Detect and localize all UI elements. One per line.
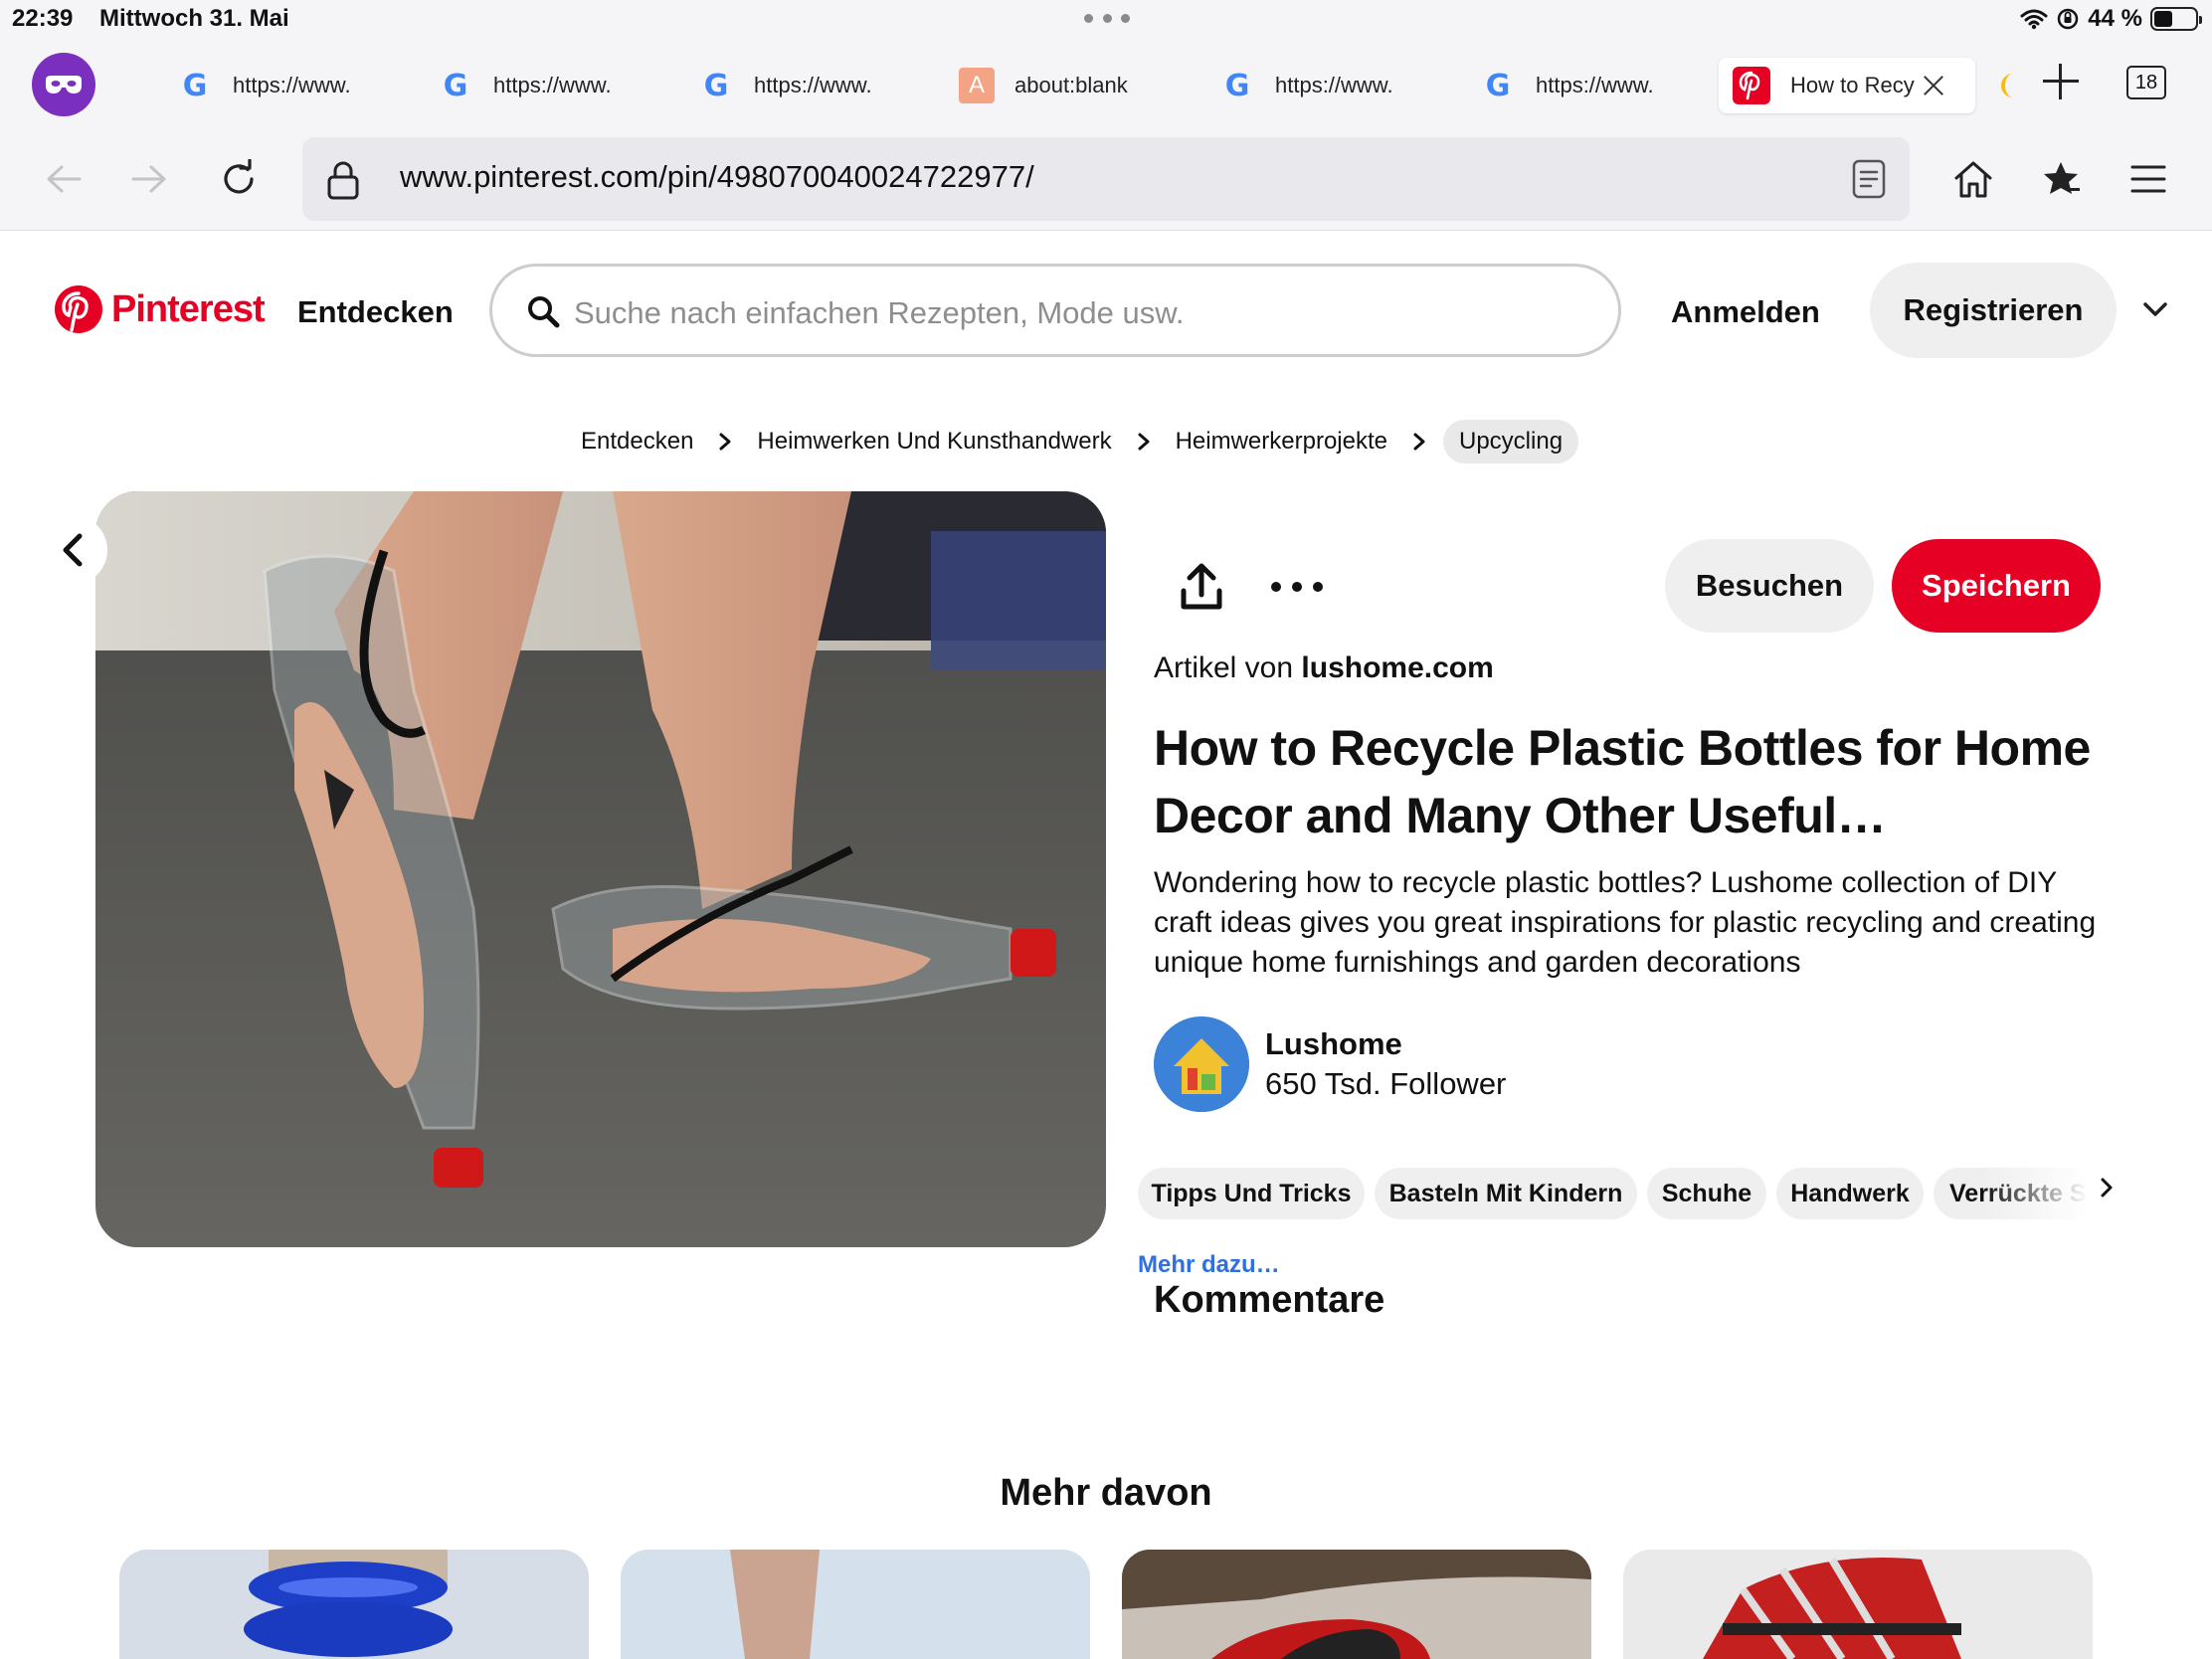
tag-chip[interactable]: Tipps Und Tricks [1138, 1168, 1365, 1219]
browser-tab[interactable]: G https://www. [1480, 58, 1654, 113]
google-icon: G [182, 68, 208, 103]
creator-followers: 650 Tsd. Follower [1265, 1066, 1507, 1101]
chevron-right-icon[interactable] [2099, 1176, 2115, 1199]
related-pin-thumbnail[interactable] [1623, 1550, 2093, 1659]
status-bar: 22:39 Mittwoch 31. Mai 44 % [0, 0, 2212, 40]
menu-hamburger-icon[interactable] [2126, 157, 2170, 201]
private-browsing-mask-icon[interactable] [32, 53, 95, 116]
letter-a-icon: A [959, 68, 995, 103]
url-text[interactable]: www.pinterest.com/pin/498070040024722977… [400, 159, 1034, 195]
tab-label: https://www. [233, 73, 351, 97]
status-time: 22:39 [12, 5, 74, 32]
breadcrumb: Entdecken Heimwerken Und Kunsthandwerk H… [565, 418, 1579, 465]
chevron-right-icon [709, 432, 741, 452]
address-bar[interactable]: www.pinterest.com/pin/498070040024722977… [302, 137, 1910, 221]
related-pin-thumbnail[interactable] [119, 1550, 589, 1659]
save-button[interactable]: Speichern [1892, 539, 2101, 633]
breadcrumb-item[interactable]: Heimwerken Und Kunsthandwerk [741, 428, 1127, 456]
article-source: Artikel von lushome.com [1154, 651, 1494, 685]
tag-chip[interactable]: Basteln Mit Kindern [1375, 1168, 1637, 1219]
tag-list: Tipps Und Tricks Basteln Mit Kindern Sch… [1138, 1166, 2132, 1219]
breadcrumb-current[interactable]: Upcycling [1443, 420, 1579, 463]
wifi-icon [2020, 9, 2048, 30]
status-indicators: 44 % [2020, 4, 2202, 34]
pin-photo [95, 491, 1106, 1247]
more-link[interactable]: Mehr dazu… [1138, 1251, 1280, 1279]
share-icon[interactable] [1174, 561, 1229, 617]
pinterest-icon [1733, 67, 1770, 104]
google-icon: G [1224, 68, 1250, 103]
multitasking-dots-icon[interactable] [1084, 14, 1130, 24]
forward-arrow-icon[interactable] [127, 157, 171, 201]
tab-label: https://www. [1275, 73, 1393, 97]
logo-wordmark: Pinterest [111, 287, 266, 330]
article-source-link[interactable]: lushome.com [1301, 651, 1493, 684]
avatar[interactable] [1154, 1016, 1249, 1112]
back-arrow-icon[interactable] [42, 157, 86, 201]
related-pin-thumbnail[interactable] [621, 1550, 1090, 1659]
orientation-lock-icon [2058, 8, 2079, 30]
chevron-right-icon [1403, 432, 1435, 452]
battery-icon [2150, 7, 2202, 31]
breadcrumb-item[interactable]: Heimwerkerprojekte [1160, 428, 1403, 456]
browser-toolbar: www.pinterest.com/pin/498070040024722977… [0, 127, 2212, 231]
google-icon: G [703, 68, 729, 103]
browser-tab-active[interactable]: How to Recy [1719, 58, 1975, 113]
browser-tab[interactable]: A about:blank [959, 58, 1128, 113]
pin-image[interactable] [95, 491, 1106, 1247]
google-icon[interactable] [2001, 74, 2015, 97]
bookmarks-star-icon[interactable] [2039, 157, 2083, 201]
tab-label: about:blank [1014, 73, 1128, 97]
battery-percent: 44 % [2088, 5, 2142, 32]
login-button[interactable]: Anmelden [1671, 294, 1820, 330]
more-section-title: Mehr davon [1000, 1472, 1212, 1514]
tab-label: How to Recy [1790, 73, 1915, 97]
lock-icon [327, 161, 359, 200]
browser-tab[interactable]: G https://www. [438, 58, 612, 113]
tab-label: https://www. [754, 73, 872, 97]
tab-strip: G https://www. G https://www. G https://… [0, 40, 2212, 127]
tab-label: https://www. [493, 73, 612, 97]
creator-name[interactable]: Lushome [1265, 1026, 1402, 1062]
chevron-down-icon[interactable] [2140, 294, 2170, 324]
related-pin-thumbnail[interactable] [1122, 1550, 1591, 1659]
comments-heading: Kommentare [1154, 1279, 1385, 1321]
breadcrumb-item[interactable]: Entdecken [565, 428, 709, 456]
tab-label: https://www. [1536, 73, 1654, 97]
visit-button[interactable]: Besuchen [1665, 539, 1874, 633]
new-tab-plus-icon[interactable] [2041, 62, 2081, 101]
chevron-right-icon [1128, 432, 1160, 452]
browser-tab[interactable]: G https://www. [1219, 58, 1393, 113]
reader-view-icon[interactable] [1852, 159, 1886, 199]
article-prefix: Artikel von [1154, 651, 1294, 684]
home-icon[interactable] [1951, 157, 1995, 201]
register-button[interactable]: Registrieren [1870, 263, 2117, 358]
pin-title[interactable]: How to Recycle Plastic Bottles for Home … [1154, 714, 2109, 849]
google-icon: G [1485, 68, 1511, 103]
google-icon: G [443, 68, 468, 103]
status-date: Mittwoch 31. Mai [99, 5, 289, 32]
back-chevron-icon[interactable] [38, 515, 107, 585]
search-input[interactable]: Suche nach einfachen Rezepten, Mode usw. [489, 264, 1621, 357]
search-icon [528, 296, 560, 328]
close-tab-icon[interactable] [1921, 73, 1946, 98]
pinterest-logo[interactable]: Pinterest [54, 284, 266, 334]
browser-tab[interactable]: G https://www. [177, 58, 351, 113]
tag-chip[interactable]: Schuhe [1647, 1168, 1766, 1219]
reload-icon[interactable] [217, 157, 261, 201]
more-options-icon[interactable] [1271, 567, 1323, 607]
pin-description: Wondering how to recycle plastic bottles… [1154, 866, 2097, 979]
nav-explore-link[interactable]: Entdecken [297, 294, 454, 330]
tab-count-button[interactable]: 18 [2126, 66, 2166, 99]
pinterest-icon [55, 285, 102, 333]
browser-tab[interactable]: G https://www. [698, 58, 872, 113]
search-placeholder: Suche nach einfachen Rezepten, Mode usw. [574, 295, 1185, 330]
tag-chip[interactable]: Handwerk [1776, 1168, 1924, 1219]
